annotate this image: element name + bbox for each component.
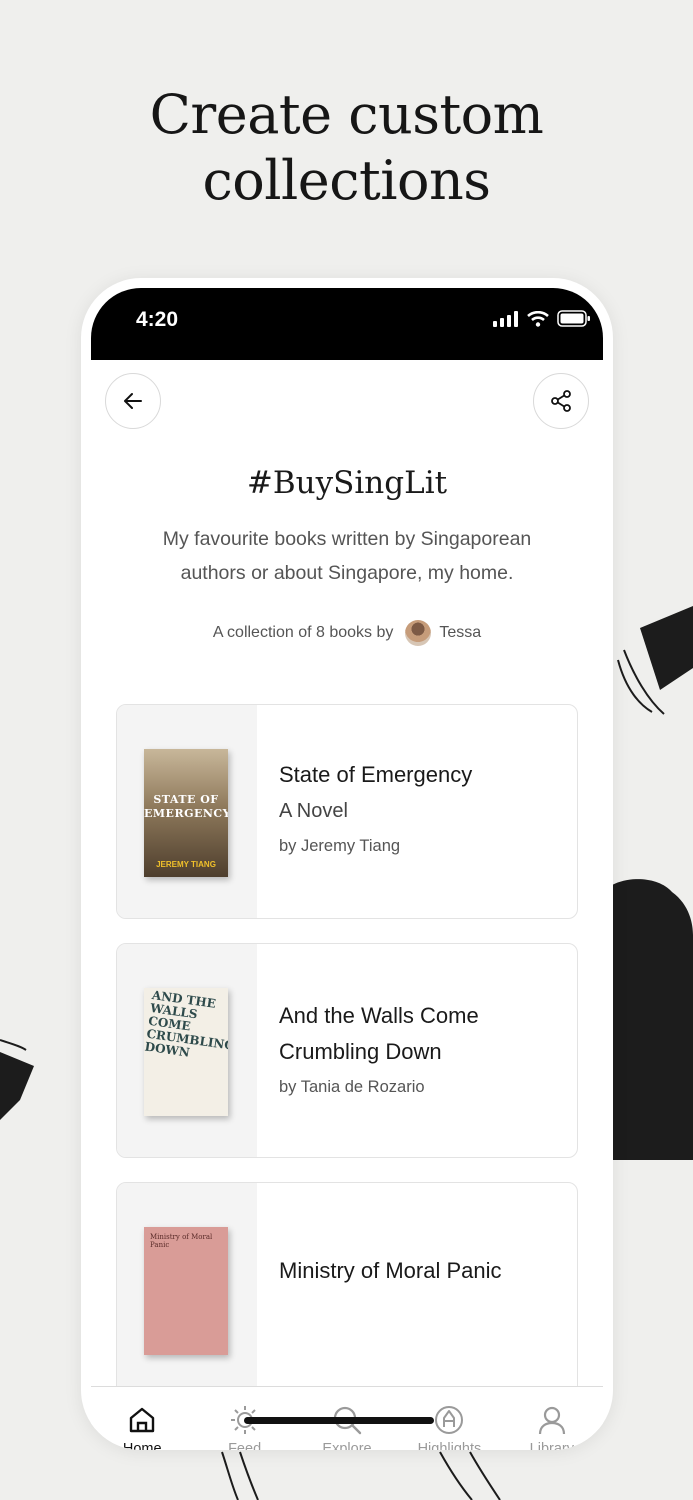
- tab-label: Highlights: [417, 1441, 482, 1450]
- tab-home[interactable]: Home: [91, 1387, 193, 1450]
- arrow-left-icon: [124, 393, 142, 409]
- tab-label: Library: [529, 1441, 574, 1450]
- status-bar: 4:20: [91, 288, 603, 360]
- collection-screen: #BuySingLit My favourite books written b…: [91, 360, 603, 1450]
- book-author: by Tania de Rozario: [279, 1078, 425, 1096]
- tab-library[interactable]: Library: [501, 1387, 603, 1450]
- status-time: 4:20: [136, 308, 179, 331]
- collection-byline: A collection of 8 books by Tessa: [91, 620, 603, 646]
- book-card[interactable]: STATE OF EMERGENCY JEREMY TIANG State of…: [116, 704, 578, 919]
- curator-name[interactable]: Tessa: [439, 624, 481, 642]
- wifi-icon: [527, 310, 549, 327]
- tab-label: Feed: [228, 1441, 262, 1450]
- highlighter-icon: [435, 1406, 464, 1434]
- cover-area: Ministry of Moral Panic: [117, 1183, 257, 1396]
- cover-title: STATE OF EMERGENCY: [144, 793, 228, 820]
- share-button[interactable]: [533, 373, 589, 429]
- book-cover: Ministry of Moral Panic: [144, 1227, 228, 1355]
- signal-icon: [493, 310, 518, 327]
- book-card[interactable]: AND THE WALLS COME CRUMBLING DOWN And th…: [116, 943, 578, 1158]
- book-author: by Jeremy Tiang: [279, 837, 401, 855]
- cover-area: STATE OF EMERGENCY JEREMY TIANG: [117, 705, 257, 918]
- cover-title: AND THE WALLS COME CRUMBLING DOWN: [144, 988, 228, 1060]
- book-info: State of Emergency A Novel by Jeremy Tia…: [279, 757, 557, 856]
- book-cover: AND THE WALLS COME CRUMBLING DOWN: [144, 988, 228, 1116]
- collection-title: #BuySingLit: [246, 465, 448, 501]
- phone-frame: 4:20 #BuySingLit My favourite books writ…: [81, 278, 613, 1450]
- battery-icon: [557, 310, 590, 327]
- book-card[interactable]: Ministry of Moral Panic Ministry of Mora…: [116, 1182, 578, 1397]
- book-title: State of Emergency: [279, 762, 473, 787]
- status-icons: [493, 310, 591, 327]
- tab-label: Explore: [322, 1441, 372, 1450]
- collection-description: My favourite books written by Singaporea…: [162, 528, 532, 584]
- book-cover: STATE OF EMERGENCY JEREMY TIANG: [144, 749, 228, 877]
- home-icon: [130, 1407, 155, 1433]
- book-title: Ministry of Moral Panic: [279, 1258, 502, 1283]
- book-subtitle: A Novel: [279, 800, 348, 822]
- tab-label: Home: [122, 1441, 162, 1450]
- home-indicator: [244, 1417, 434, 1424]
- headline-line-1: Create custom: [149, 83, 544, 146]
- book-info: Ministry of Moral Panic: [279, 1253, 557, 1289]
- byline-prefix: A collection of 8 books by: [212, 624, 394, 641]
- cover-area: AND THE WALLS COME CRUMBLING DOWN: [117, 944, 257, 1157]
- book-title: And the Walls Come Crumbling Down: [279, 1003, 479, 1064]
- book-info: And the Walls Come Crumbling Down by Tan…: [279, 998, 557, 1097]
- headline: Create custom collections: [0, 82, 693, 214]
- avatar[interactable]: [405, 620, 432, 646]
- share-icon: [551, 390, 571, 412]
- person-icon: [538, 1406, 565, 1435]
- headline-line-2: collections: [202, 149, 491, 212]
- cover-title: Ministry of Moral Panic: [150, 1233, 213, 1249]
- cover-author: JEREMY TIANG: [156, 860, 216, 869]
- back-button[interactable]: [105, 373, 161, 429]
- book-list: STATE OF EMERGENCY JEREMY TIANG State of…: [116, 704, 578, 1421]
